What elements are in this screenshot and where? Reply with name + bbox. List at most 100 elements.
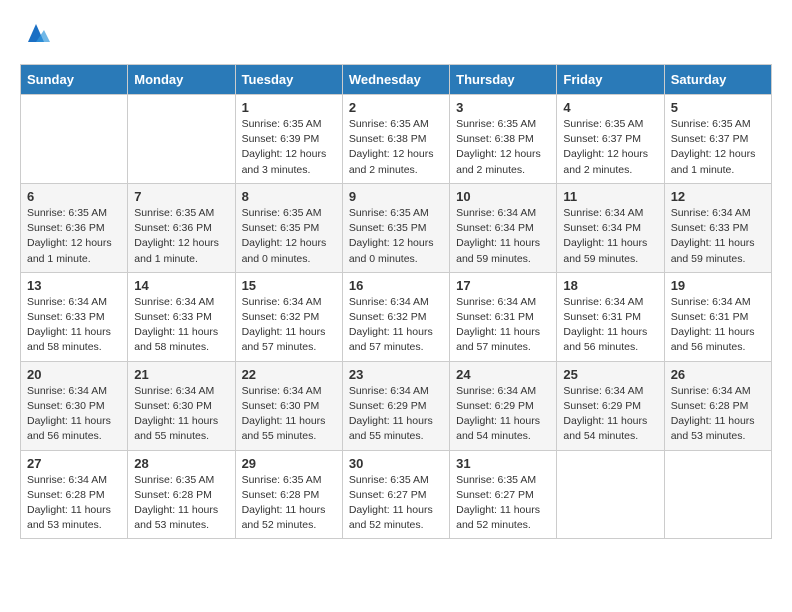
day-number: 9	[349, 189, 443, 204]
col-header-monday: Monday	[128, 65, 235, 95]
cell-info: Sunrise: 6:34 AM Sunset: 6:28 PM Dayligh…	[671, 384, 765, 445]
calendar-cell: 18 Sunrise: 6:34 AM Sunset: 6:31 PM Dayli…	[557, 272, 664, 361]
day-number: 2	[349, 100, 443, 115]
cell-info: Sunrise: 6:34 AM Sunset: 6:32 PM Dayligh…	[242, 295, 336, 356]
col-header-sunday: Sunday	[21, 65, 128, 95]
cell-info: Sunrise: 6:34 AM Sunset: 6:33 PM Dayligh…	[671, 206, 765, 267]
calendar-cell: 14 Sunrise: 6:34 AM Sunset: 6:33 PM Dayli…	[128, 272, 235, 361]
col-header-thursday: Thursday	[450, 65, 557, 95]
calendar-table: SundayMondayTuesdayWednesdayThursdayFrid…	[20, 64, 772, 539]
day-number: 12	[671, 189, 765, 204]
day-number: 20	[27, 367, 121, 382]
calendar-cell: 1 Sunrise: 6:35 AM Sunset: 6:39 PM Daylig…	[235, 95, 342, 184]
cell-info: Sunrise: 6:34 AM Sunset: 6:31 PM Dayligh…	[671, 295, 765, 356]
calendar-cell: 3 Sunrise: 6:35 AM Sunset: 6:38 PM Daylig…	[450, 95, 557, 184]
calendar-cell: 26 Sunrise: 6:34 AM Sunset: 6:28 PM Dayli…	[664, 361, 771, 450]
day-number: 3	[456, 100, 550, 115]
calendar-cell: 7 Sunrise: 6:35 AM Sunset: 6:36 PM Daylig…	[128, 183, 235, 272]
cell-info: Sunrise: 6:34 AM Sunset: 6:28 PM Dayligh…	[27, 473, 121, 534]
cell-info: Sunrise: 6:34 AM Sunset: 6:32 PM Dayligh…	[349, 295, 443, 356]
calendar-cell: 12 Sunrise: 6:34 AM Sunset: 6:33 PM Dayli…	[664, 183, 771, 272]
cell-info: Sunrise: 6:34 AM Sunset: 6:33 PM Dayligh…	[134, 295, 228, 356]
day-number: 10	[456, 189, 550, 204]
logo	[20, 20, 50, 48]
day-number: 11	[563, 189, 657, 204]
calendar-cell: 17 Sunrise: 6:34 AM Sunset: 6:31 PM Dayli…	[450, 272, 557, 361]
day-number: 14	[134, 278, 228, 293]
day-number: 24	[456, 367, 550, 382]
cell-info: Sunrise: 6:34 AM Sunset: 6:31 PM Dayligh…	[456, 295, 550, 356]
calendar-cell: 16 Sunrise: 6:34 AM Sunset: 6:32 PM Dayli…	[342, 272, 449, 361]
logo-icon	[22, 20, 50, 48]
cell-info: Sunrise: 6:35 AM Sunset: 6:38 PM Dayligh…	[456, 117, 550, 178]
calendar-cell: 10 Sunrise: 6:34 AM Sunset: 6:34 PM Dayli…	[450, 183, 557, 272]
calendar-cell: 15 Sunrise: 6:34 AM Sunset: 6:32 PM Dayli…	[235, 272, 342, 361]
cell-info: Sunrise: 6:34 AM Sunset: 6:30 PM Dayligh…	[27, 384, 121, 445]
calendar-cell	[664, 450, 771, 539]
calendar-cell	[21, 95, 128, 184]
day-number: 16	[349, 278, 443, 293]
calendar-cell: 11 Sunrise: 6:34 AM Sunset: 6:34 PM Dayli…	[557, 183, 664, 272]
cell-info: Sunrise: 6:35 AM Sunset: 6:35 PM Dayligh…	[242, 206, 336, 267]
day-number: 5	[671, 100, 765, 115]
day-number: 18	[563, 278, 657, 293]
day-number: 30	[349, 456, 443, 471]
cell-info: Sunrise: 6:34 AM Sunset: 6:30 PM Dayligh…	[134, 384, 228, 445]
day-number: 7	[134, 189, 228, 204]
calendar-cell: 22 Sunrise: 6:34 AM Sunset: 6:30 PM Dayli…	[235, 361, 342, 450]
day-number: 26	[671, 367, 765, 382]
calendar-cell: 20 Sunrise: 6:34 AM Sunset: 6:30 PM Dayli…	[21, 361, 128, 450]
col-header-tuesday: Tuesday	[235, 65, 342, 95]
cell-info: Sunrise: 6:34 AM Sunset: 6:30 PM Dayligh…	[242, 384, 336, 445]
day-number: 13	[27, 278, 121, 293]
calendar-cell: 31Sunrise: 6:35 AM Sunset: 6:27 PM Dayli…	[450, 450, 557, 539]
calendar-cell: 27 Sunrise: 6:34 AM Sunset: 6:28 PM Dayli…	[21, 450, 128, 539]
cell-info: Sunrise: 6:35 AM Sunset: 6:28 PM Dayligh…	[242, 473, 336, 534]
cell-info: Sunrise: 6:35 AM Sunset: 6:35 PM Dayligh…	[349, 206, 443, 267]
cell-info: Sunrise: 6:35 AM Sunset: 6:39 PM Dayligh…	[242, 117, 336, 178]
day-number: 22	[242, 367, 336, 382]
calendar-cell: 29 Sunrise: 6:35 AM Sunset: 6:28 PM Dayli…	[235, 450, 342, 539]
cell-info: Sunrise: 6:35 AM Sunset: 6:38 PM Dayligh…	[349, 117, 443, 178]
calendar-cell: 4Sunrise: 6:35 AM Sunset: 6:37 PM Daylig…	[557, 95, 664, 184]
calendar-cell: 28 Sunrise: 6:35 AM Sunset: 6:28 PM Dayli…	[128, 450, 235, 539]
day-number: 28	[134, 456, 228, 471]
day-number: 27	[27, 456, 121, 471]
day-number: 6	[27, 189, 121, 204]
cell-info: Sunrise: 6:35 AM Sunset: 6:28 PM Dayligh…	[134, 473, 228, 534]
cell-info: Sunrise: 6:34 AM Sunset: 6:34 PM Dayligh…	[456, 206, 550, 267]
calendar-cell: 5 Sunrise: 6:35 AM Sunset: 6:37 PM Daylig…	[664, 95, 771, 184]
calendar-cell	[128, 95, 235, 184]
cell-info: Sunrise: 6:34 AM Sunset: 6:33 PM Dayligh…	[27, 295, 121, 356]
calendar-cell: 2 Sunrise: 6:35 AM Sunset: 6:38 PM Daylig…	[342, 95, 449, 184]
calendar-cell: 8 Sunrise: 6:35 AM Sunset: 6:35 PM Daylig…	[235, 183, 342, 272]
day-number: 29	[242, 456, 336, 471]
page-header	[20, 20, 772, 48]
cell-info: Sunrise: 6:34 AM Sunset: 6:29 PM Dayligh…	[349, 384, 443, 445]
day-number: 25	[563, 367, 657, 382]
calendar-cell: 25 Sunrise: 6:34 AM Sunset: 6:29 PM Dayli…	[557, 361, 664, 450]
day-number: 1	[242, 100, 336, 115]
calendar-cell: 9 Sunrise: 6:35 AM Sunset: 6:35 PM Daylig…	[342, 183, 449, 272]
col-header-saturday: Saturday	[664, 65, 771, 95]
cell-info: Sunrise: 6:34 AM Sunset: 6:34 PM Dayligh…	[563, 206, 657, 267]
day-number: 4	[563, 100, 657, 115]
cell-info: Sunrise: 6:34 AM Sunset: 6:29 PM Dayligh…	[563, 384, 657, 445]
cell-info: Sunrise: 6:34 AM Sunset: 6:31 PM Dayligh…	[563, 295, 657, 356]
col-header-wednesday: Wednesday	[342, 65, 449, 95]
day-number: 17	[456, 278, 550, 293]
calendar-cell: 6Sunrise: 6:35 AM Sunset: 6:36 PM Daylig…	[21, 183, 128, 272]
cell-info: Sunrise: 6:34 AM Sunset: 6:29 PM Dayligh…	[456, 384, 550, 445]
calendar-cell: 21Sunrise: 6:34 AM Sunset: 6:30 PM Dayli…	[128, 361, 235, 450]
calendar-cell	[557, 450, 664, 539]
day-number: 31	[456, 456, 550, 471]
day-number: 15	[242, 278, 336, 293]
col-header-friday: Friday	[557, 65, 664, 95]
cell-info: Sunrise: 6:35 AM Sunset: 6:36 PM Dayligh…	[134, 206, 228, 267]
cell-info: Sunrise: 6:35 AM Sunset: 6:37 PM Dayligh…	[671, 117, 765, 178]
calendar-cell: 23Sunrise: 6:34 AM Sunset: 6:29 PM Dayli…	[342, 361, 449, 450]
day-number: 8	[242, 189, 336, 204]
cell-info: Sunrise: 6:35 AM Sunset: 6:27 PM Dayligh…	[349, 473, 443, 534]
calendar-cell: 30 Sunrise: 6:35 AM Sunset: 6:27 PM Dayli…	[342, 450, 449, 539]
calendar-cell: 19Sunrise: 6:34 AM Sunset: 6:31 PM Dayli…	[664, 272, 771, 361]
